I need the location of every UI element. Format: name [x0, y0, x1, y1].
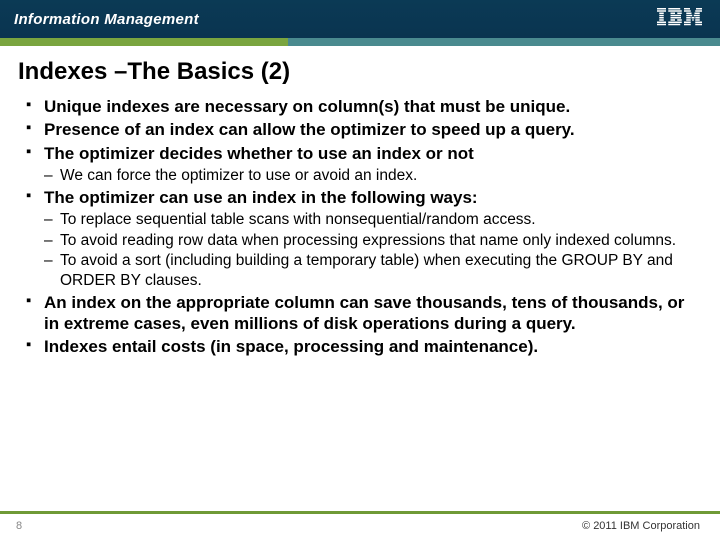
accent-stripe: [0, 38, 720, 46]
bullet-text: Indexes entail costs (in space, processi…: [44, 337, 538, 356]
stripe-teal: [288, 38, 720, 46]
brand-title: Information Management: [14, 11, 199, 28]
slide: Information Management: [0, 0, 720, 540]
ibm-logo: [657, 8, 702, 31]
bullet-list: Unique indexes are necessary on column(s…: [26, 96, 694, 358]
sub-bullet-item: To replace sequential table scans with n…: [44, 210, 694, 229]
bullet-item: An index on the appropriate column can s…: [26, 292, 694, 335]
bullet-item: The optimizer decides whether to use an …: [26, 143, 694, 186]
slide-body: Unique indexes are necessary on column(s…: [0, 92, 720, 540]
header-bar: Information Management: [0, 0, 720, 38]
bullet-item: Indexes entail costs (in space, processi…: [26, 336, 694, 357]
slide-title: Indexes –The Basics (2): [0, 46, 720, 92]
sub-bullet-list: To replace sequential table scans with n…: [44, 210, 694, 290]
page-number: 8: [16, 520, 22, 532]
bullet-item: Unique indexes are necessary on column(s…: [26, 96, 694, 117]
copyright-text: © 2011 IBM Corporation: [582, 520, 700, 532]
stripe-green: [0, 38, 288, 46]
bullet-text: An index on the appropriate column can s…: [44, 293, 684, 333]
footer: 8 © 2011 IBM Corporation: [0, 511, 720, 540]
bullet-text: The optimizer can use an index in the fo…: [44, 188, 478, 207]
bullet-item: Presence of an index can allow the optim…: [26, 119, 694, 140]
bullet-text: Unique indexes are necessary on column(s…: [44, 97, 570, 116]
bullet-text: Presence of an index can allow the optim…: [44, 120, 575, 139]
sub-bullet-item: To avoid a sort (including building a te…: [44, 251, 694, 290]
ibm-logo-icon: [657, 8, 702, 26]
sub-bullet-item: To avoid reading row data when processin…: [44, 231, 694, 250]
footer-row: 8 © 2011 IBM Corporation: [0, 514, 720, 540]
bullet-item: The optimizer can use an index in the fo…: [26, 187, 694, 290]
bullet-text: The optimizer decides whether to use an …: [44, 144, 474, 163]
sub-bullet-item: We can force the optimizer to use or avo…: [44, 166, 694, 185]
sub-bullet-list: We can force the optimizer to use or avo…: [44, 166, 694, 185]
